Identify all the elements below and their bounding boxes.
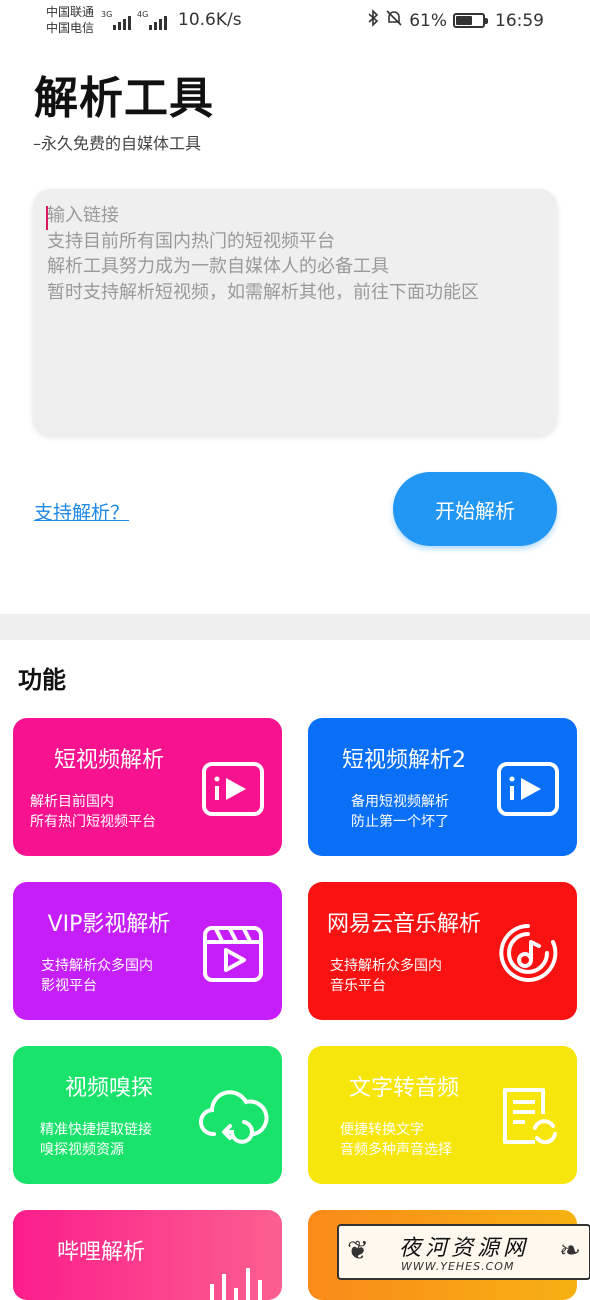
card-title: 哔哩解析 — [56, 1240, 145, 1265]
feature-card-vip-video[interactable]: VIP影视解析 支持解析众多国内 影视平台 — [13, 882, 282, 1020]
link-input-card — [33, 189, 557, 435]
feature-card-short-video[interactable]: 短视频解析 解析目前国内 所有热门短视频平台 — [13, 718, 282, 856]
card-desc: 支持解析众多国内 影视平台 — [41, 956, 153, 996]
card-desc-line: 防止第一个坏了 — [351, 814, 449, 830]
feature-card-video-sniff[interactable]: 视频嗅探 精准快捷提取链接 嗅探视频资源 — [13, 1046, 282, 1184]
card-desc-line: 备用短视频解析 — [351, 794, 449, 810]
card-desc: 精准快捷提取链接 嗅探视频资源 — [40, 1120, 152, 1160]
start-parse-button[interactable]: 开始解析 — [393, 472, 557, 546]
ornament-right-icon: ❧ — [559, 1236, 581, 1266]
card-desc-line: 精准快捷提取链接 — [40, 1122, 152, 1138]
feature-card-netease-music[interactable]: 网易云音乐解析 支持解析众多国内 音乐平台 — [308, 882, 577, 1020]
network-speed: 10.6K/s — [178, 10, 242, 30]
card-title: 视频嗅探 — [64, 1076, 153, 1101]
document-refresh-icon — [495, 1084, 561, 1150]
carrier-2: 中国电信 — [46, 21, 95, 35]
feature-card-short-video-2[interactable]: 短视频解析2 备用短视频解析 防止第一个坏了 — [308, 718, 577, 856]
page-subtitle: –永久免费的自媒体工具 — [33, 134, 202, 153]
network-type-1: 3G — [101, 10, 113, 19]
feature-card-text-to-audio[interactable]: 文字转音频 便捷转换文字 音频多种声音选择 — [308, 1046, 577, 1184]
text-cursor — [46, 206, 48, 230]
signal-bars-icon — [149, 14, 167, 30]
section-divider — [0, 614, 590, 640]
card-title: 文字转音频 — [348, 1076, 459, 1101]
mute-bell-icon — [385, 9, 403, 32]
supported-platforms-link[interactable]: 支持解析？ — [34, 498, 129, 525]
battery-percent: 61% — [409, 10, 447, 31]
clapperboard-icon — [200, 920, 266, 986]
card-desc-line: 支持解析众多国内 — [330, 958, 442, 974]
card-desc-line: 音频多种声音选择 — [340, 1142, 452, 1158]
card-desc: 支持解析众多国内 音乐平台 — [330, 956, 442, 996]
card-desc-line: 音乐平台 — [330, 978, 386, 994]
signal-bars-icon — [113, 14, 131, 30]
network-type-2: 4G — [137, 10, 149, 19]
status-bar: 中国联通 中国电信 3G 4G 10.6K/s 61% 16:59 — [0, 0, 590, 42]
card-desc: 备用短视频解析 防止第一个坏了 — [351, 792, 449, 832]
video-play-icon — [495, 756, 561, 822]
card-desc-line: 便捷转换文字 — [340, 1122, 424, 1138]
card-title: 网易云音乐解析 — [326, 912, 481, 937]
ornament-left-icon: ❦ — [347, 1236, 369, 1266]
carrier-1: 中国联通 — [46, 5, 95, 19]
status-right: 61% 16:59 — [367, 9, 544, 32]
watermark-url: WWW.YEHES.COM — [401, 1260, 515, 1273]
equalizer-icon — [204, 1254, 270, 1300]
feature-card-bilibili[interactable]: 哔哩解析 — [13, 1210, 282, 1300]
watermark-text: 夜河资源网 — [399, 1236, 530, 1261]
video-play-icon — [200, 756, 266, 822]
link-input[interactable] — [47, 203, 543, 421]
bluetooth-icon — [367, 9, 379, 32]
card-title: 短视频解析2 — [342, 748, 466, 773]
card-title: VIP影视解析 — [47, 912, 171, 937]
card-desc-line: 解析目前国内 — [30, 794, 114, 810]
card-desc: 便捷转换文字 音频多种声音选择 — [340, 1120, 452, 1160]
clock: 16:59 — [495, 10, 544, 31]
carrier-names: 中国联通 中国电信 — [46, 4, 94, 36]
card-desc-line: 影视平台 — [41, 978, 97, 994]
card-desc: 解析目前国内 所有热门短视频平台 — [30, 792, 156, 832]
features-title: 功能 — [18, 666, 66, 694]
card-desc-line: 嗅探视频资源 — [40, 1142, 124, 1158]
page-title: 解析工具 — [34, 73, 214, 124]
card-desc-line: 支持解析众多国内 — [41, 958, 153, 974]
card-desc-line: 所有热门短视频平台 — [30, 814, 156, 830]
battery-icon — [453, 13, 488, 28]
music-disc-icon — [495, 920, 561, 986]
watermark-badge: ❦ 夜河资源网 WWW.YEHES.COM ❧ — [337, 1224, 590, 1280]
card-title: 短视频解析 — [53, 748, 164, 773]
cloud-return-icon — [196, 1084, 270, 1150]
